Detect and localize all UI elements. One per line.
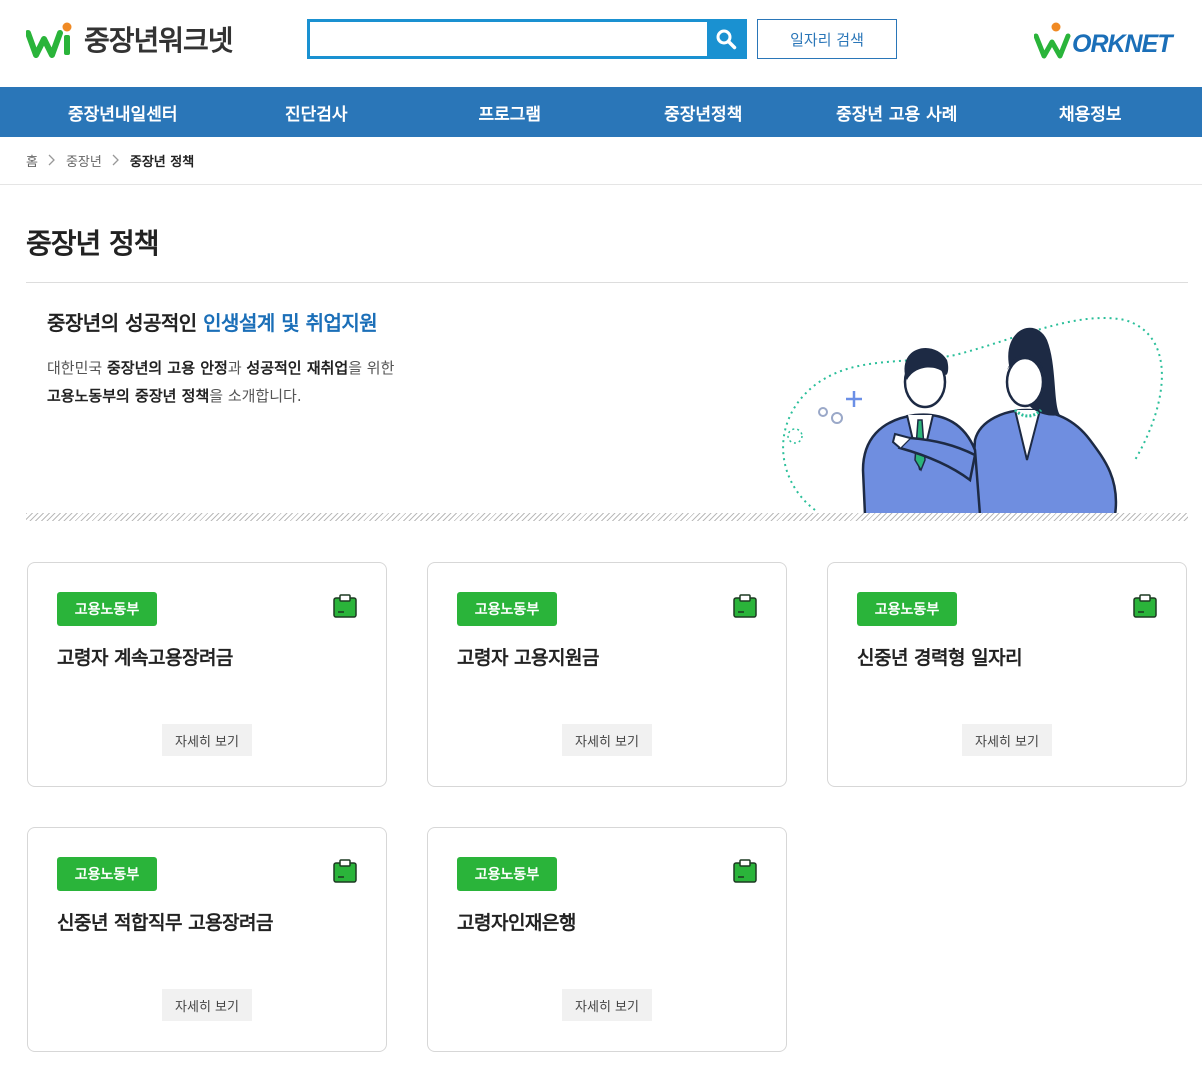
chevron-right-icon — [48, 154, 55, 166]
ministry-badge: 고용노동부 — [457, 592, 557, 626]
detail-button[interactable]: 자세히 보기 — [962, 724, 1052, 756]
intro-heading-prefix: 중장년의 성공적인 — [47, 311, 204, 335]
policy-card: 고용노동부 고령자 고용지원금 자세히 보기 — [427, 562, 787, 787]
intro-emphasis: 중장년의 고용 안정 — [106, 359, 228, 377]
detail-button[interactable]: 자세히 보기 — [162, 989, 252, 1021]
header: 중장년워크넷 일자리 검색 ORKNET — [0, 0, 1202, 87]
ministry-badge: 고용노동부 — [457, 857, 557, 891]
search-button[interactable] — [707, 22, 744, 56]
card-title: 신중년 경력형 일자리 — [857, 647, 1023, 669]
site-logo[interactable]: 중장년워크넷 — [26, 14, 234, 64]
intro-description: 대한민국 중장년의 고용 안정과 성공적인 재취업을 위한 고용노동부의 중장년… — [47, 354, 477, 410]
policy-card: 고용노동부 고령자 계속고용장려금 자세히 보기 — [27, 562, 387, 787]
breadcrumb: 홈 중장년 중장년 정책 — [26, 148, 194, 172]
policy-card: 고용노동부 신중년 적합직무 고용장려금 자세히 보기 — [27, 827, 387, 1052]
search-icon — [716, 29, 736, 50]
breadcrumb-middle-aged[interactable]: 중장년 — [66, 151, 102, 170]
breadcrumb-home[interactable]: 홈 — [26, 151, 38, 170]
search-box — [307, 19, 747, 59]
policy-card: 고용노동부 신중년 경력형 일자리 자세히 보기 — [827, 562, 1187, 787]
intro-text: 을 위한 — [348, 359, 395, 377]
nav-item-jobs[interactable]: 채용정보 — [994, 87, 1188, 137]
card-title: 고령자인재은행 — [457, 912, 576, 934]
card-title: 고령자 계속고용장려금 — [57, 647, 233, 669]
intro-emphasis: 성공적인 재취업 — [246, 359, 349, 377]
worknet-logo[interactable]: ORKNET — [1034, 18, 1173, 60]
ministry-badge: 고용노동부 — [57, 592, 157, 626]
nav-item-program[interactable]: 프로그램 — [413, 87, 607, 137]
policy-card: 고용노동부 고령자인재은행 자세히 보기 — [427, 827, 787, 1052]
nav-item-cases[interactable]: 중장년 고용 사례 — [800, 87, 994, 137]
chevron-right-icon — [112, 154, 119, 166]
job-search-button[interactable]: 일자리 검색 — [757, 19, 897, 59]
card-title: 고령자 고용지원금 — [457, 647, 599, 669]
worknet-logo-mark-icon — [1034, 22, 1071, 59]
breadcrumb-divider — [0, 184, 1202, 185]
main-nav: 중장년내일센터 진단검사 프로그램 중장년정책 중장년 고용 사례 채용정보 — [0, 87, 1202, 137]
nav-item-center[interactable]: 중장년내일센터 — [26, 87, 220, 137]
section-divider — [26, 513, 1188, 521]
search-input[interactable] — [310, 22, 707, 56]
intro-heading-highlight: 인생설계 및 취업지원 — [203, 311, 378, 335]
card-title: 신중년 적합직무 고용장려금 — [57, 912, 274, 934]
intro-emphasis: 고용노동부의 중장년 정책 — [47, 387, 210, 405]
title-divider — [26, 282, 1188, 283]
nav-item-policy[interactable]: 중장년정책 — [607, 87, 801, 137]
ministry-badge: 고용노동부 — [57, 857, 157, 891]
intro-text: 과 — [227, 359, 247, 377]
worknet-logo-text: ORKNET — [1072, 30, 1173, 58]
intro-heading: 중장년의 성공적인 인생설계 및 취업지원 — [47, 307, 378, 336]
detail-button[interactable]: 자세히 보기 — [562, 724, 652, 756]
breadcrumb-current: 중장년 정책 — [129, 154, 195, 170]
intro-text: 을 소개합니다. — [209, 387, 302, 405]
intro-text: 대한민국 — [47, 359, 107, 377]
clipboard-icon[interactable] — [732, 593, 758, 619]
logo-mark-icon — [26, 22, 72, 58]
ministry-badge: 고용노동부 — [857, 592, 957, 626]
clipboard-icon[interactable] — [732, 858, 758, 884]
logo-text: 중장년워크넷 — [84, 24, 234, 57]
clipboard-icon[interactable] — [1132, 593, 1158, 619]
people-illustration — [782, 317, 1163, 515]
nav-item-diagnosis[interactable]: 진단검사 — [220, 87, 414, 137]
page-title: 중장년 정책 — [26, 227, 160, 260]
detail-button[interactable]: 자세히 보기 — [162, 724, 252, 756]
clipboard-icon[interactable] — [332, 593, 358, 619]
detail-button[interactable]: 자세히 보기 — [562, 989, 652, 1021]
clipboard-icon[interactable] — [332, 858, 358, 884]
